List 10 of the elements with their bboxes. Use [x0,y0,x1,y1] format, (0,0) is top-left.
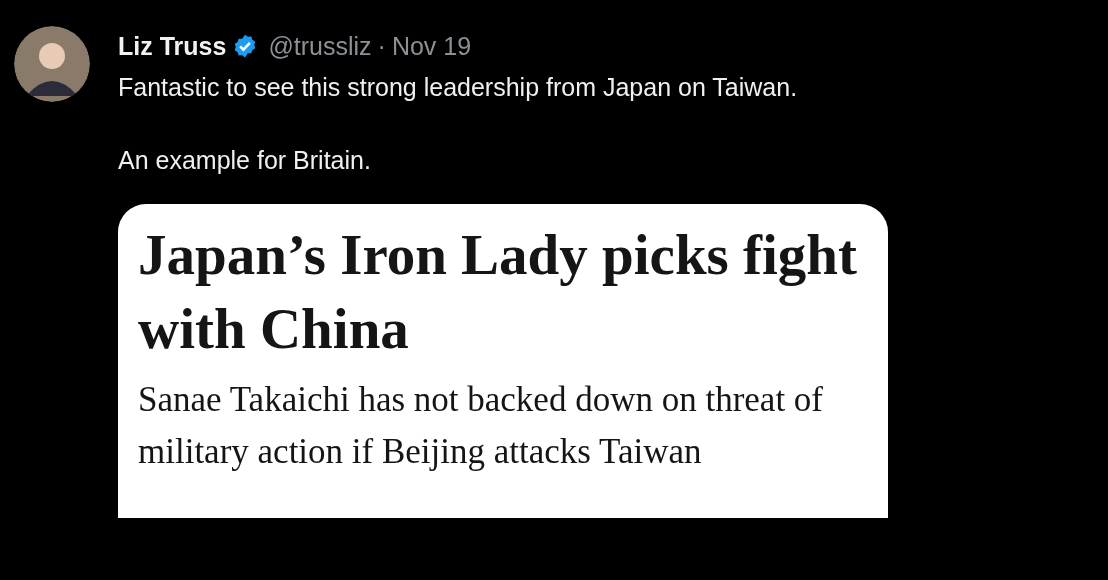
avatar[interactable] [14,26,90,102]
article-card[interactable]: Japan’s Iron Lady picks fight with China Sanae Takaichi has not backed down on threat of military action if Beijing attacks Taiwan [118,204,888,518]
post-date[interactable]: Nov 19 [391,31,472,61]
tweet-text: Fantastic to see this strong leadership from Japan on Taiwan. [118,72,799,103]
article-subheadline: Sanae Takaichi has not backed down on threat of military action if Beijing attacks Taiwan [138,379,824,473]
article-headline: Japan’s Iron Lady picks fight with China [138,222,859,362]
user-handle[interactable]: @trussliz [268,31,372,61]
separator-dot: · [377,31,386,61]
tweet-text: An example for Britain. [118,145,372,176]
author-name[interactable]: Liz Truss [118,31,227,61]
